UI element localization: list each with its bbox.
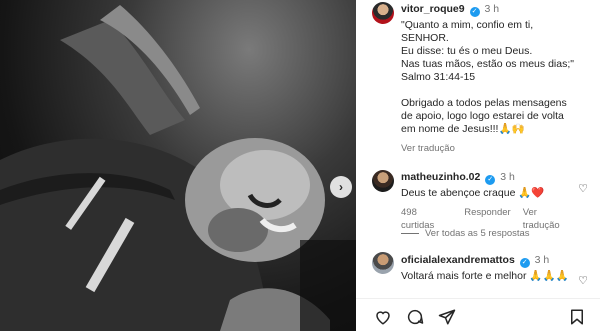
translate-link[interactable]: Ver tradução <box>523 206 576 232</box>
comment: oficialalexandremattos ✓ 3 h Voltará mai… <box>401 254 576 283</box>
caption-username[interactable]: vitor_roque9 <box>401 3 465 15</box>
view-replies[interactable]: Ver todas as 5 respostas <box>401 228 530 239</box>
next-photo-button[interactable]: › <box>330 176 352 198</box>
post-photo[interactable]: › <box>0 0 356 331</box>
heart-icon: ♡ <box>578 275 588 287</box>
like-button[interactable] <box>372 306 394 328</box>
save-button[interactable] <box>566 306 588 328</box>
player-image <box>0 5 356 331</box>
comment-like-button[interactable]: ♡ <box>578 184 588 195</box>
avatar[interactable] <box>372 2 394 24</box>
comment-like-button[interactable]: ♡ <box>578 276 588 287</box>
comment: matheuzinho.02 ✓ 3 h Deus te abençoe cra… <box>401 171 576 232</box>
verified-icon: ✓ <box>485 175 496 185</box>
chevron-right-icon: › <box>339 180 343 194</box>
caption-text: "Quanto a mim, confio em ti, SENHOR. Eu … <box>401 19 574 135</box>
comment-username[interactable]: matheuzinho.02 <box>401 171 480 183</box>
heart-icon <box>376 311 390 325</box>
comment-text: Deus te abençoe craque 🙏❤️ <box>401 187 545 199</box>
caption-meta: Ver tradução <box>401 142 576 155</box>
comment-button[interactable] <box>404 306 426 328</box>
view-replies-label: Ver todas as 5 respostas <box>425 228 530 239</box>
verified-icon: ✓ <box>469 7 480 17</box>
divider <box>356 298 600 299</box>
comment-text: Voltará mais forte e melhor 🙏🙏🙏 <box>401 270 569 282</box>
avatar[interactable] <box>372 170 394 192</box>
caption-time[interactable]: 3 h <box>484 3 499 15</box>
comment-username[interactable]: oficialalexandremattos <box>401 254 515 266</box>
verified-icon: ✓ <box>519 258 530 268</box>
comments-panel: vitor_roque9 ✓ 3 h "Quanto a mim, confio… <box>356 0 600 331</box>
post-actions <box>372 306 588 328</box>
share-button[interactable] <box>436 306 458 328</box>
post-caption: vitor_roque9 ✓ 3 h "Quanto a mim, confio… <box>401 3 576 155</box>
share-icon <box>438 309 456 325</box>
heart-icon: ♡ <box>578 183 588 195</box>
comment-time[interactable]: 3 h <box>500 171 515 183</box>
comment-time[interactable]: 3 h <box>535 254 550 266</box>
translate-link[interactable]: Ver tradução <box>401 142 455 155</box>
divider-line <box>401 233 419 234</box>
comment-icon <box>407 309 424 325</box>
bookmark-icon <box>571 309 583 325</box>
avatar[interactable] <box>372 252 394 274</box>
